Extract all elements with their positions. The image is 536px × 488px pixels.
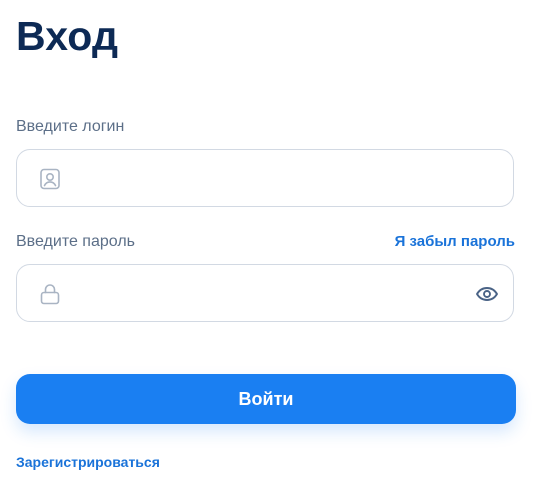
login-label: Введите логин	[16, 118, 125, 135]
forgot-password-link[interactable]: Я забыл пароль	[395, 232, 515, 252]
lock-icon	[38, 282, 62, 306]
page-title: Вход	[16, 13, 119, 59]
user-card-icon	[38, 167, 62, 191]
login-field[interactable]	[16, 149, 514, 207]
register-link[interactable]: Зарегистрироваться	[16, 453, 160, 471]
login-input[interactable]	[75, 150, 465, 206]
password-field[interactable]	[16, 264, 514, 322]
password-label: Введите пароль	[16, 233, 135, 250]
password-input[interactable]	[75, 265, 465, 321]
login-page: Вход Введите логин Введите пароль Я забы…	[0, 0, 536, 488]
login-button[interactable]: Войти	[16, 374, 516, 424]
eye-icon[interactable]	[475, 282, 499, 306]
